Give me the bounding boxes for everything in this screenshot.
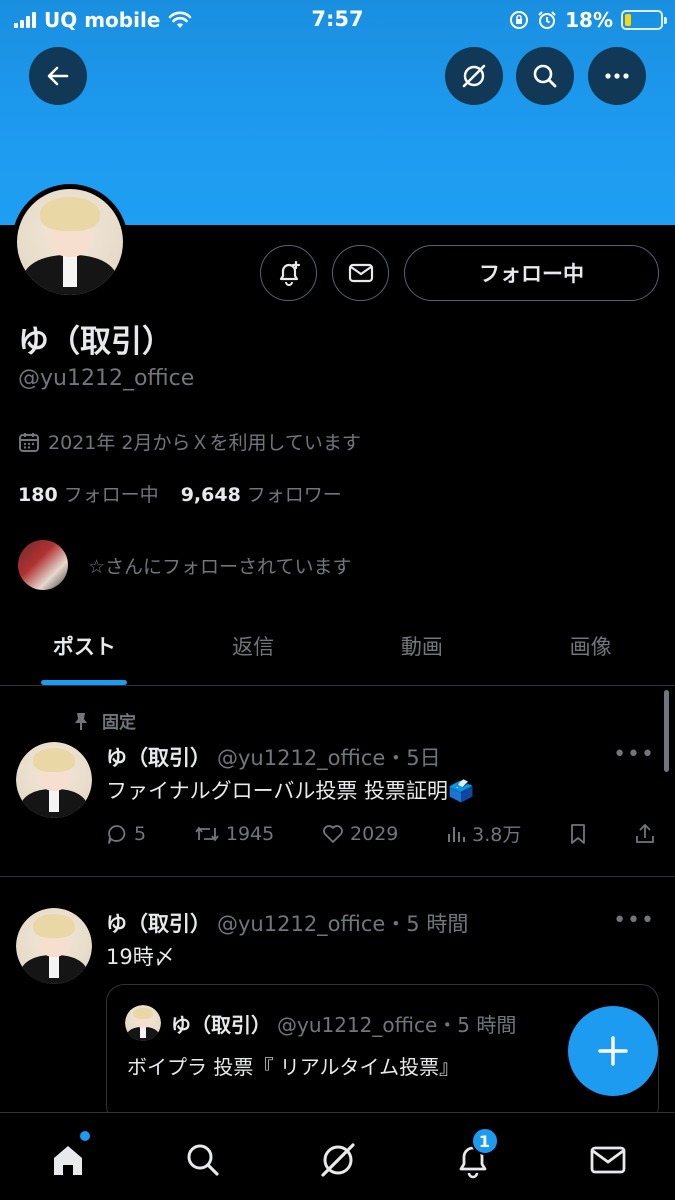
bookmark-button[interactable] (569, 820, 587, 847)
notification-badge: 1 (470, 1127, 499, 1155)
reply-button[interactable]: 5 (106, 820, 146, 847)
post-author-handle[interactable]: @yu1212_office (217, 746, 385, 770)
repost-button[interactable]: 1945 (194, 820, 274, 847)
tab-replies[interactable]: 返信 (169, 606, 338, 685)
share-button[interactable] (635, 820, 655, 847)
views-icon (448, 826, 466, 842)
more-icon (605, 73, 629, 79)
calendar-icon (19, 432, 39, 452)
followed-by[interactable]: ☆さんにフォローされています (18, 540, 351, 590)
profile-name: ゆ（取引） (18, 324, 173, 360)
profile-avatar[interactable] (12, 184, 128, 300)
grok-icon (320, 1143, 355, 1177)
notify-button[interactable] (260, 245, 317, 301)
reply-count: 5 (134, 822, 147, 845)
tab-images[interactable]: 画像 (506, 606, 675, 685)
following-button-label: フォロー中 (479, 262, 584, 286)
pinned-text: 固定 (102, 713, 136, 733)
quote-author-name: ゆ（取引） (171, 1013, 271, 1037)
post-avatar[interactable] (16, 742, 92, 818)
bookmark-icon (571, 823, 586, 844)
post-avatar[interactable] (16, 908, 92, 984)
alarm-icon (538, 11, 556, 29)
tab-videos[interactable]: 動画 (338, 606, 507, 685)
followed-by-text: ☆さんにフォローされています (88, 555, 352, 578)
quote-header: ゆ（取引） @yu1212_office・5 時間 (171, 1009, 516, 1038)
plus-icon (598, 1036, 628, 1066)
followers-link[interactable]: 9,648 フォロワー (181, 480, 342, 507)
nav-grok[interactable] (308, 1135, 368, 1185)
post-time: ・5日 (385, 746, 441, 770)
tab-posts[interactable]: ポスト (0, 606, 169, 685)
following-label: フォロー中 (63, 484, 159, 506)
pin-icon (75, 712, 87, 730)
reply-icon (108, 824, 126, 844)
following-button[interactable]: フォロー中 (404, 245, 659, 301)
home-icon (53, 1146, 82, 1175)
bottom-nav: 1 (0, 1112, 675, 1200)
rotation-lock-icon (510, 11, 529, 29)
post-author-name[interactable]: ゆ（取引） (106, 912, 211, 936)
post-author-name[interactable]: ゆ（取引） (106, 746, 211, 770)
views-count: 3.8万 (472, 824, 522, 846)
views-button[interactable]: 3.8万 (446, 820, 521, 847)
follow-counts: 180 フォロー中 9,648 フォロワー (18, 480, 342, 507)
followers-count: 9,648 (180, 484, 241, 506)
nav-home[interactable] (38, 1131, 98, 1185)
joined-date: 2021年 2月からＸを利用しています (18, 428, 361, 455)
quote-author-handle: @yu1212_office (277, 1013, 438, 1037)
quote-text: ボイプラ 投票『 リアルタイム投票』 (127, 1055, 460, 1079)
quote-avatar (125, 1005, 161, 1041)
search-button[interactable] (516, 47, 574, 105)
follower-avatar (18, 540, 68, 590)
compose-button[interactable] (568, 1006, 658, 1096)
battery-percent: 18% (565, 8, 613, 32)
nav-notifications[interactable]: 1 (443, 1127, 503, 1185)
following-count: 180 (18, 484, 58, 506)
scrollbar[interactable] (664, 690, 669, 772)
grok-button[interactable] (445, 47, 503, 105)
post-time: ・5 時間 (385, 912, 469, 936)
battery-icon (621, 10, 667, 30)
message-button[interactable] (332, 245, 389, 301)
profile-handle: @yu1212_office (18, 366, 195, 391)
post-more-icon[interactable]: ••• (613, 742, 655, 767)
post-header: ゆ（取引） @yu1212_office・5日 (106, 742, 441, 772)
search-icon (187, 1144, 219, 1176)
post-actions: 5 1945 2029 3.8万 (106, 820, 655, 847)
quote-time: ・5 時間 (437, 1013, 517, 1037)
like-button[interactable]: 2029 (322, 820, 398, 847)
heart-icon (323, 824, 343, 843)
joined-text: 2021年 2月からＸを利用しています (48, 432, 361, 454)
like-count: 2029 (350, 822, 399, 845)
home-unread-dot (79, 1131, 90, 1141)
post-author-handle[interactable]: @yu1212_office (217, 912, 385, 936)
search-icon (533, 64, 557, 88)
post-more-icon[interactable]: ••• (613, 908, 655, 933)
envelope-icon (348, 263, 373, 283)
bell-plus-icon (279, 260, 300, 286)
repost-icon (195, 826, 219, 841)
more-button[interactable] (588, 47, 646, 105)
grok-icon (462, 64, 486, 88)
back-arrow-icon (47, 66, 69, 86)
share-icon (636, 823, 654, 843)
back-button[interactable] (29, 47, 87, 105)
status-bar: UQ mobile 7:57 18% (0, 0, 675, 40)
post-divider (0, 876, 675, 877)
post-text: 19時〆 (106, 945, 175, 969)
repost-count: 1945 (225, 822, 275, 845)
followers-label: フォロワー (246, 484, 342, 506)
pinned-label: 固定 (72, 708, 136, 733)
nav-search[interactable] (173, 1135, 233, 1185)
nav-messages[interactable] (578, 1135, 638, 1185)
post-header: ゆ（取引） @yu1212_office・5 時間 (106, 908, 468, 938)
following-link[interactable]: 180 フォロー中 (18, 480, 159, 507)
envelope-icon (590, 1146, 625, 1174)
post-text: ファイナルグローバル投票 投票証明🗳️ (106, 779, 475, 803)
profile-tabs: ポスト 返信 動画 画像 (0, 606, 675, 686)
